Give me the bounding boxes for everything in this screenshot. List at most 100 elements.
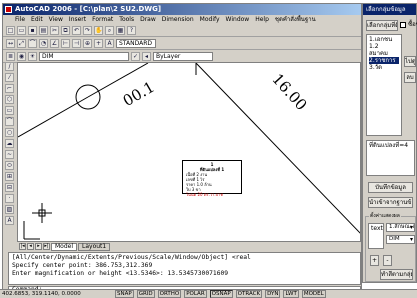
dim-continue-icon[interactable]: ⊣ [72, 38, 81, 48]
model-toggle[interactable]: MODEL [301, 290, 326, 298]
menu-item[interactable]: Window [226, 16, 250, 23]
list-item[interactable]: 2.ราชการ [369, 57, 399, 64]
list-item[interactable]: 1.2 สมาคม [369, 43, 399, 57]
dim-baseline-icon[interactable]: ⊢ [61, 38, 70, 48]
make-block-icon[interactable]: ⊟ [5, 183, 14, 192]
snap-toggle[interactable]: SNAP [115, 290, 134, 298]
menu-item[interactable]: Edit [31, 16, 43, 23]
redo-icon[interactable]: ↷ [83, 25, 92, 35]
dim-aligned-icon[interactable]: ⤢ [17, 38, 26, 48]
ortho-toggle[interactable]: ORTHO [157, 290, 182, 298]
menu-item[interactable]: File [15, 16, 25, 23]
info-textarea[interactable]: ที่ดินแปลงที่=4 [366, 140, 415, 176]
delete-button[interactable]: ลบ [404, 72, 416, 83]
color-by-group-button[interactable]: ทำสีตามกลุ่ม [380, 269, 413, 280]
checkbox-box[interactable] [400, 21, 406, 28]
dim-radius-icon[interactable]: ◔ [39, 38, 48, 48]
display-settings-group: ตั้งค่าแสดงผล text.txt 1.ลักษณะแปลง DIM … [365, 213, 416, 282]
tab-layout1[interactable]: Layout1 [78, 242, 111, 251]
menu-item[interactable]: Help [255, 16, 269, 23]
dim-edit-icon[interactable]: A [105, 38, 114, 48]
center-mark-icon[interactable]: + [94, 38, 103, 48]
menu-item[interactable]: Insert [69, 16, 86, 23]
add-button[interactable]: + [370, 255, 379, 266]
tab-next-icon[interactable]: ▸ [35, 243, 42, 250]
arc-icon[interactable]: ⌒ [5, 117, 14, 126]
properties-icon[interactable]: ▦ [116, 25, 125, 35]
spline-icon[interactable]: ~ [5, 150, 14, 159]
revision-cloud-icon[interactable]: ☁ [5, 139, 14, 148]
grid-toggle[interactable]: GRID [136, 290, 155, 298]
copy-icon[interactable]: ⧉ [61, 25, 70, 35]
layer-on-icon[interactable]: ◉ [17, 51, 26, 61]
layer-select-combo[interactable]: DIM [386, 235, 415, 244]
pan-icon[interactable]: ✋ [94, 25, 103, 35]
draw-tools-column: / ⁄ ⌐ ⬡ ▭ ⌒ ○ ☁ ~ ⬭ ⊞ ⊟ · ▨ A [5, 62, 15, 240]
tab-prev-icon[interactable]: ◂ [27, 243, 34, 250]
cut-icon[interactable]: ✂ [50, 25, 59, 35]
save-data-button[interactable]: บันทึกข้อมูล [368, 182, 413, 193]
open-icon[interactable]: ▭ [17, 25, 26, 35]
drawing-canvas[interactable]: 00.1 16.00 1 ที่ดินแปลงที่ 1 เนื้อที่ 2 … [17, 62, 361, 242]
polygon-icon[interactable]: ⬡ [5, 95, 14, 104]
layer-combo[interactable]: DIM [39, 51, 129, 61]
tab-first-icon[interactable]: |◂ [19, 243, 26, 250]
new-icon[interactable]: □ [6, 25, 15, 35]
help-icon[interactable]: ? [127, 25, 136, 35]
layer-previous-icon[interactable]: ◂ [142, 51, 151, 61]
dyn-toggle[interactable]: DYN [265, 290, 281, 298]
print-icon[interactable]: ▤ [39, 25, 48, 35]
layer-manager-icon[interactable]: ≣ [6, 51, 15, 61]
osnap-toggle[interactable]: OSNAP [209, 290, 233, 298]
undo-icon[interactable]: ↶ [72, 25, 81, 35]
otrack-toggle[interactable]: OTRACK [235, 290, 263, 298]
mtext-icon[interactable]: A [5, 216, 14, 225]
point-icon[interactable]: · [5, 194, 14, 203]
tab-model[interactable]: Model [51, 242, 78, 251]
menu-item[interactable]: ชุดคำสั่งพื้นฐาน [275, 16, 316, 23]
go-to-button[interactable]: ไปดู [404, 56, 416, 67]
dim-linear-icon[interactable]: ↔ [6, 38, 15, 48]
make-current-icon[interactable]: ✓ [131, 51, 140, 61]
dim-arc-icon[interactable]: ⌒ [28, 38, 37, 48]
import-db-button[interactable]: นำเข้าจากฐานข้อมูล [368, 197, 413, 208]
menu-item[interactable]: Modify [200, 16, 220, 23]
linetype-combo[interactable]: ByLayer [153, 51, 213, 61]
insert-block-icon[interactable]: ⊞ [5, 172, 14, 181]
tab-last-icon[interactable]: ▸| [43, 243, 50, 250]
save-icon[interactable]: ▪ [28, 25, 37, 35]
list-item[interactable]: 1.เอกชน [369, 36, 399, 43]
hatch-icon[interactable]: ▨ [5, 205, 14, 214]
rectangle-icon[interactable]: ▭ [5, 106, 14, 115]
sale-checkbox[interactable] [400, 21, 408, 29]
menu-item[interactable]: Draw [140, 16, 156, 23]
layer-freeze-icon[interactable]: ☀ [28, 51, 37, 61]
menu-item[interactable]: Format [92, 16, 113, 23]
line-icon[interactable]: / [5, 62, 14, 71]
menu-item[interactable]: View [49, 16, 63, 23]
construction-line-icon[interactable]: ⁄ [5, 73, 14, 82]
autocad-titlebar[interactable]: AutoCAD 2006 - [C:\plan\2 SU2.DWG] [3, 4, 361, 15]
list-item[interactable]: text.txt [371, 225, 383, 232]
circle-icon[interactable]: ○ [5, 128, 14, 137]
lwt-toggle[interactable]: LWT [283, 290, 299, 298]
list-item[interactable]: 3.วัด [369, 64, 399, 71]
group-listbox[interactable]: 1.เอกชน 1.2 สมาคม 2.ราชการ 3.วัด [366, 34, 402, 136]
tolerance-icon[interactable]: ⊕ [83, 38, 92, 48]
dialog-title: เลือกกลุ่มข้อมูล [366, 6, 406, 13]
zoom-icon[interactable]: ⌕ [105, 25, 114, 35]
polyline-icon[interactable]: ⌐ [5, 84, 14, 93]
menu-item[interactable]: Dimension [162, 16, 194, 23]
dialog-titlebar[interactable]: เลือกกลุ่มข้อมูล [363, 4, 416, 15]
info-box-row: โฉนด 20 ตร.วา.บาท [186, 192, 224, 197]
dim-angle-icon[interactable]: ∠ [50, 38, 59, 48]
polar-toggle[interactable]: POLAR [184, 290, 207, 298]
dim-style-combo[interactable]: STANDARD [116, 38, 156, 48]
remove-button[interactable]: - [383, 255, 392, 266]
group-select-dialog: เลือกกลุ่มข้อมูล เลือกกลุ่มที่ดิน ซื้อขา… [362, 3, 417, 283]
menu-item[interactable]: Tools [119, 16, 134, 23]
file-listbox[interactable]: text.txt [368, 223, 384, 249]
parcel-type-combo[interactable]: 1.ลักษณะแปลง [386, 223, 415, 232]
ellipse-icon[interactable]: ⬭ [5, 161, 14, 170]
select-group-button[interactable]: เลือกกลุ่มที่ดิน [366, 20, 398, 31]
